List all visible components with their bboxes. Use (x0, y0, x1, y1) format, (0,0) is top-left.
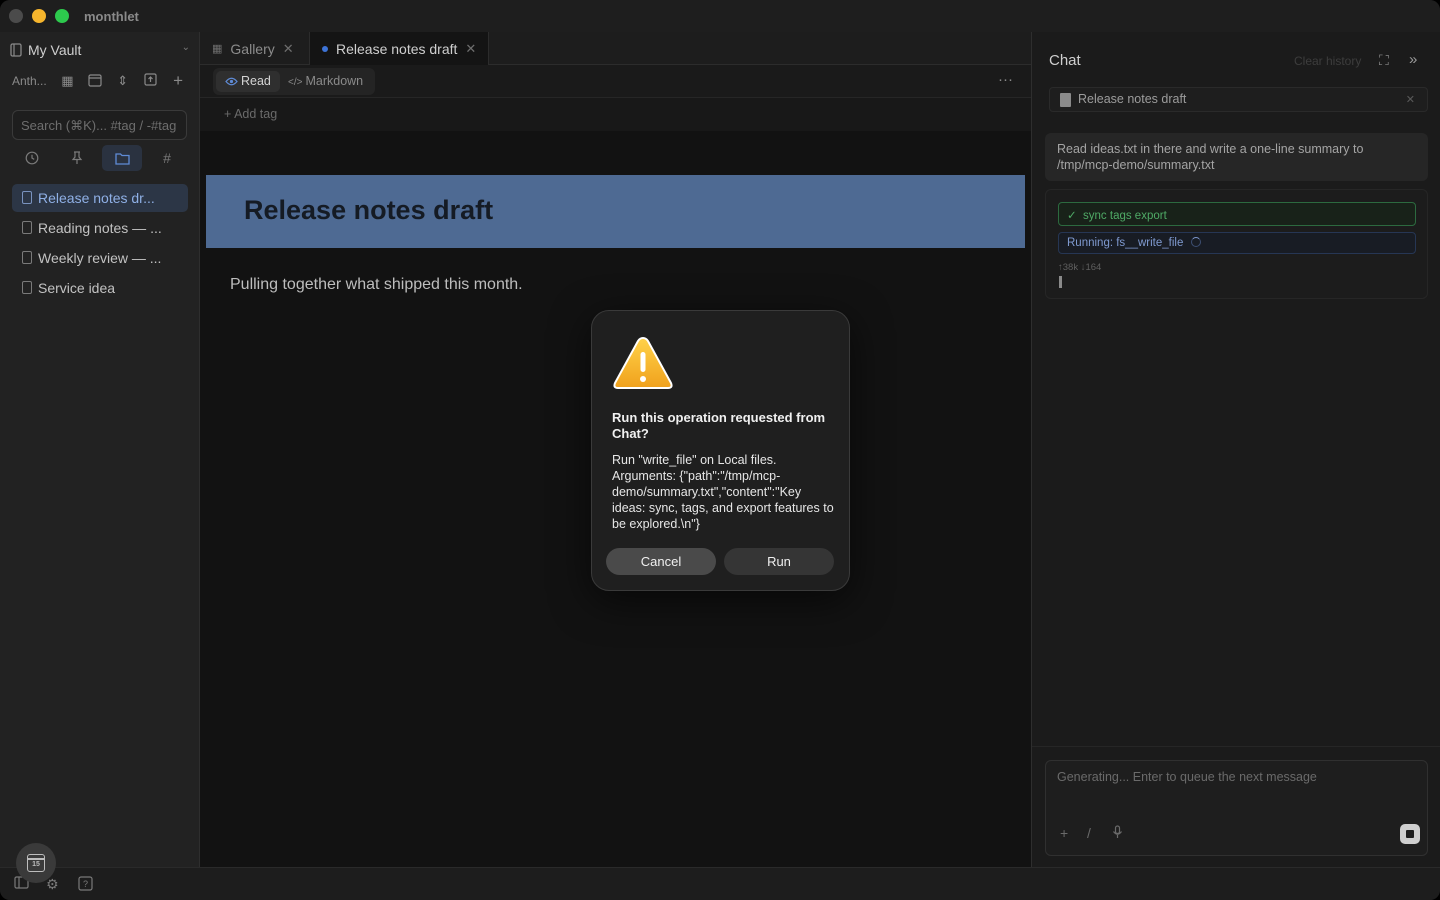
warning-icon (613, 336, 673, 389)
app-window: monthlet My Vault ⌄ Anth... ▦ ⇕ + Search… (0, 0, 1440, 900)
confirm-dialog: Run this operation requested from Chat? … (591, 310, 850, 591)
dialog-title: Run this operation requested from Chat? (612, 410, 826, 441)
run-button[interactable]: Run (724, 548, 834, 575)
dialog-overlay: Run this operation requested from Chat? … (0, 0, 1440, 900)
dialog-message: Run "write_file" on Local files. Argumen… (612, 453, 834, 531)
cancel-button[interactable]: Cancel (606, 548, 716, 575)
